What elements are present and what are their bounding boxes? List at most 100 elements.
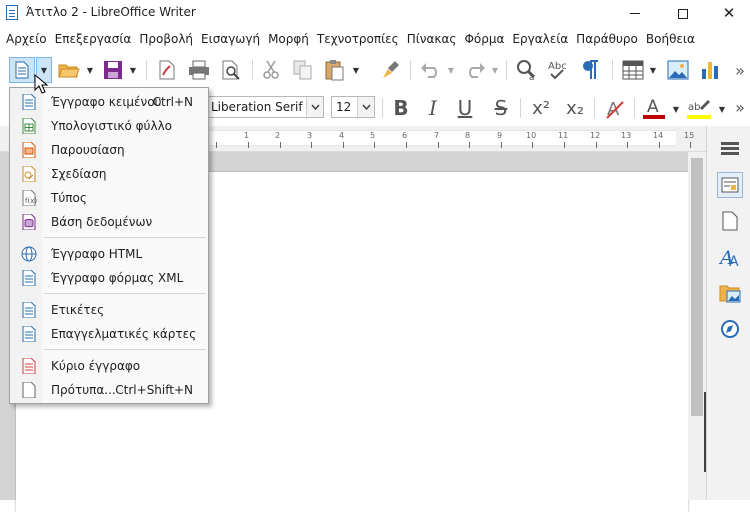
subscript-button[interactable]: x₂	[560, 94, 590, 122]
menu-view[interactable]: Προβολή	[137, 32, 199, 46]
menu-item-master-document[interactable]: Κύριο έγγραφο	[11, 354, 207, 378]
menu-styles[interactable]: Τεχνοτροπίες	[315, 32, 405, 46]
menu-item-business-cards[interactable]: Επαγγελματικές κάρτες	[11, 322, 207, 346]
menu-table[interactable]: Πίνακας	[405, 32, 463, 46]
menu-item-label: Έγγραφο φόρμας XML	[51, 271, 184, 285]
menu-item-xml-form[interactable]: Έγγραφο φόρμας XML	[11, 266, 207, 290]
ruler-tick	[564, 142, 565, 148]
menu-item-formula[interactable]: f(x) Τύπος	[11, 186, 207, 210]
export-pdf-button[interactable]	[154, 57, 180, 83]
open-folder-icon	[58, 64, 80, 78]
toolbar-separator	[612, 60, 613, 80]
save-button[interactable]	[100, 57, 126, 83]
ruler-tick	[438, 142, 439, 148]
menu-form[interactable]: Φόρμα	[462, 32, 510, 46]
sidebar-page-button[interactable]	[717, 208, 743, 234]
new-document-button[interactable]	[9, 57, 35, 83]
ruler-number: 1	[244, 131, 250, 140]
superscript-button[interactable]: x²	[526, 94, 556, 122]
menu-item-templates[interactable]: Πρότυπα... Ctrl+Shift+N	[11, 378, 207, 402]
find-replace-button[interactable]: a	[514, 57, 540, 83]
print-preview-button[interactable]	[218, 57, 244, 83]
open-dropdown[interactable]: ▼	[84, 57, 96, 83]
menu-format[interactable]: Μορφή	[266, 32, 315, 46]
maximize-button[interactable]	[660, 0, 706, 27]
italic-button[interactable]: I	[420, 94, 446, 122]
print-icon	[189, 60, 209, 80]
save-dropdown[interactable]: ▼	[127, 57, 139, 83]
clear-formatting-button[interactable]: A	[602, 96, 628, 122]
insert-chart-button[interactable]	[697, 57, 723, 83]
insert-table-dropdown[interactable]: ▼	[647, 57, 659, 83]
clone-formatting-button[interactable]	[378, 57, 404, 83]
paste-dropdown[interactable]: ▼	[350, 57, 362, 83]
scrollbar-thumb[interactable]	[691, 158, 703, 416]
highlight-icon: ab	[687, 100, 711, 119]
undo-button[interactable]	[418, 57, 444, 83]
font-size-combo[interactable]: 12	[331, 96, 375, 118]
toolbar-separator	[634, 98, 635, 118]
sidebar-navigator-button[interactable]	[717, 316, 743, 342]
highlight-dropdown[interactable]: ▼	[716, 96, 728, 122]
sidebar-properties-button[interactable]	[717, 172, 743, 198]
highlight-button[interactable]: ab	[685, 95, 713, 121]
menu-insert[interactable]: Εισαγωγή	[199, 32, 266, 46]
font-color-dropdown[interactable]: ▼	[670, 96, 682, 122]
underline-button[interactable]: U	[452, 94, 478, 122]
chevron-down-icon[interactable]	[306, 97, 323, 117]
ruler-number: 13	[621, 131, 632, 140]
sidebar-styles-button[interactable]: AA	[717, 244, 743, 270]
menu-window[interactable]: Παράθυρο	[574, 32, 644, 46]
ruler-number: 3	[307, 131, 313, 140]
clone-formatting-icon	[383, 61, 399, 78]
redo-dropdown[interactable]: ▼	[489, 57, 501, 83]
overflow-chevron-icon[interactable]: »	[732, 57, 748, 83]
undo-dropdown[interactable]: ▼	[445, 57, 457, 83]
menu-item-drawing[interactable]: Σχεδίαση	[11, 162, 207, 186]
insert-table-button[interactable]	[620, 57, 646, 83]
menu-edit[interactable]: Επεξεργασία	[53, 32, 138, 46]
sidebar-menu-button[interactable]	[717, 136, 743, 162]
menu-tools[interactable]: Εργαλεία	[510, 32, 574, 46]
menu-item-presentation[interactable]: Παρουσίαση	[11, 138, 207, 162]
redo-button[interactable]	[462, 57, 488, 83]
ruler-number: 14	[653, 131, 664, 140]
minimize-button[interactable]	[612, 0, 658, 27]
ruler-number: 11	[558, 131, 569, 140]
cut-button[interactable]	[258, 57, 284, 83]
page-icon	[722, 211, 738, 231]
chevron-down-icon[interactable]	[357, 97, 374, 117]
ruler-tick	[627, 142, 628, 148]
paste-button[interactable]	[322, 57, 348, 83]
html-document-icon	[21, 246, 37, 262]
dropdown-arrow-icon: ▼	[447, 65, 455, 75]
clear-formatting-icon: A	[606, 99, 624, 120]
database-icon	[22, 214, 36, 230]
font-name-combo[interactable]: Liberation Serif	[206, 96, 324, 118]
print-button[interactable]	[186, 57, 212, 83]
font-color-button[interactable]: A	[640, 95, 668, 121]
menu-item-html-document[interactable]: Έγγραφο HTML	[11, 242, 207, 266]
overflow-chevron-icon[interactable]: »	[732, 94, 748, 120]
vertical-scrollbar[interactable]	[688, 152, 706, 500]
drawing-icon	[22, 166, 36, 182]
spelling-button[interactable]: Abc	[546, 57, 572, 83]
ruler-tick	[374, 142, 375, 148]
menu-bar: Αρχείο Επεξεργασία Προβολή Εισαγωγή Μορφ…	[0, 27, 750, 51]
new-document-menu: Έγγραφο κειμένου Ctrl+N Υπολογιστικό φύλ…	[9, 87, 209, 404]
close-button[interactable]: ✕	[706, 0, 750, 27]
menu-item-spreadsheet[interactable]: Υπολογιστικό φύλλο	[11, 114, 207, 138]
menu-item-database[interactable]: Βάση δεδομένων	[11, 210, 207, 234]
strikethrough-button[interactable]: S	[488, 94, 514, 122]
insert-image-button[interactable]	[665, 57, 691, 83]
dropdown-arrow-icon: ▼	[672, 104, 680, 114]
menu-item-labels[interactable]: Ετικέτες	[11, 298, 207, 322]
bold-button[interactable]: B	[388, 94, 414, 122]
ruler-tick	[311, 142, 312, 148]
menu-file[interactable]: Αρχείο	[4, 32, 53, 46]
copy-button[interactable]	[290, 57, 316, 83]
open-button[interactable]	[56, 57, 82, 83]
formatting-marks-button[interactable]	[578, 57, 604, 83]
sidebar-gallery-button[interactable]	[717, 280, 743, 306]
menu-help[interactable]: Βοήθεια	[644, 32, 701, 46]
